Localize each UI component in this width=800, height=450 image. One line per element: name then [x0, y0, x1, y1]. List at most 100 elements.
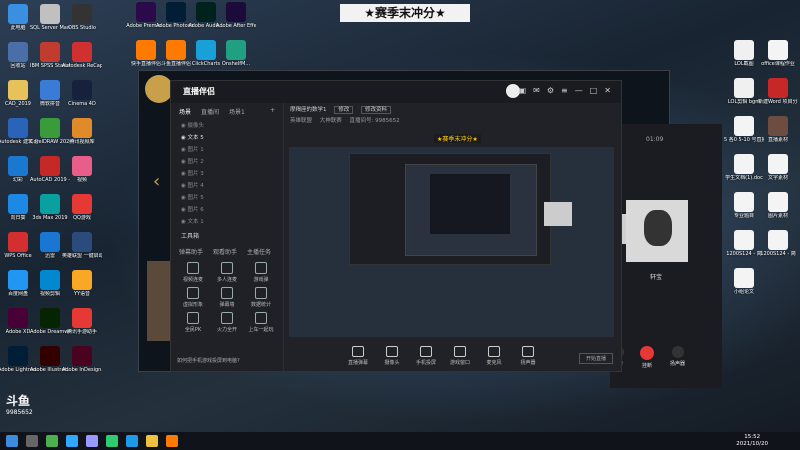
desktop-icon-left-17[interactable]: QQ游戏: [62, 194, 102, 221]
chevron-left-icon[interactable]: ‹: [153, 171, 160, 192]
desktop-icon-left-23[interactable]: YY语音: [62, 270, 102, 297]
window-controls: ▣ ✉ ⚙ ≡ — □ ✕: [519, 86, 611, 95]
desktop-icon-right-5[interactable]: 直播素材: [758, 116, 798, 143]
tool-button[interactable]: 虚拟形象: [177, 287, 209, 308]
edit-button[interactable]: 修改: [334, 106, 354, 114]
desktop-icon-right-7[interactable]: 文字素材: [758, 154, 798, 181]
status-hint[interactable]: 如何把手机游戏投屏到电脑?: [177, 357, 240, 364]
scene-item[interactable]: ◉ 图片 2: [171, 156, 283, 168]
tab-room[interactable]: 直播间: [201, 107, 219, 116]
bottom-button[interactable]: 麦克风: [480, 346, 508, 366]
scene-item[interactable]: ◉ 文本 1: [171, 216, 283, 228]
desktop-icon-left-8-icon: [72, 80, 92, 100]
desktop-icon-left-14-label: 视频: [76, 177, 87, 183]
desktop-icon-right-6-icon: [734, 154, 754, 174]
tool-label: 虚拟形象: [182, 302, 203, 308]
tool-button[interactable]: 数据统计: [245, 287, 277, 308]
mail-icon[interactable]: ✉: [533, 86, 540, 95]
gift-icon[interactable]: ▣: [519, 86, 527, 95]
tab-danmu[interactable]: 弹幕助手: [179, 247, 203, 256]
desktop-icon-top-7[interactable]: OnshelfM...: [216, 40, 256, 67]
scene-item[interactable]: ◉ 图片 5: [171, 192, 283, 204]
desktop-icon-left-8-label: Cinema 4D: [68, 101, 96, 107]
scene-item[interactable]: ◉ 图片 3: [171, 168, 283, 180]
desktop-icon-left-14[interactable]: 视频: [62, 156, 102, 183]
tool-icon: [187, 287, 199, 299]
minimize-icon[interactable]: —: [575, 86, 583, 95]
nested-avatar: [544, 202, 572, 226]
room-header: 摩羯座的数学1 修改 修改资料 英雄联盟 大神联赛 直播间号: 9985652: [284, 103, 621, 125]
taskbar-qq-icon[interactable]: [126, 435, 138, 447]
tool-label: 全民PK: [184, 327, 202, 333]
close-icon[interactable]: ✕: [604, 86, 611, 95]
desktop-icon-left-11-label: 腾讯视频库: [69, 139, 95, 145]
tool-button[interactable]: 视频连麦: [177, 262, 209, 283]
call-timer: 01:09: [646, 136, 664, 143]
scene-item[interactable]: ◉ 图片 1: [171, 144, 283, 156]
tool-button[interactable]: 多人连麦: [211, 262, 243, 283]
taskbar-douyu-icon[interactable]: [166, 435, 178, 447]
desktop-icon-top-3[interactable]: Adobe After Effects CC...: [216, 2, 256, 29]
sub-category[interactable]: 大神联赛: [320, 118, 342, 124]
settings-icon[interactable]: ⚙: [547, 86, 554, 95]
desktop-icon-left-19-icon: [40, 232, 60, 252]
menu-icon[interactable]: ≡: [561, 86, 568, 95]
add-tab-icon[interactable]: +: [270, 107, 275, 116]
desktop-icon-left-8[interactable]: Cinema 4D: [62, 80, 102, 107]
desktop-icon-right-1-label: office课程作业: [761, 61, 795, 67]
desktop-icon-right-8-icon: [734, 192, 754, 212]
tool-button[interactable]: 游戏弹: [245, 262, 277, 283]
tool-button[interactable]: 上车一起玩: [245, 312, 277, 333]
scene-item[interactable]: ◉ 摄像头: [171, 120, 283, 132]
start-live-button[interactable]: 开始直播: [578, 353, 613, 364]
tool-button[interactable]: 弹幕墙: [211, 287, 243, 308]
streaming-app-window[interactable]: 直播伴侣 ▣ ✉ ⚙ ≡ — □ ✕ 场景 直播间 场景1 + ◉ 摄像头 ◉ 文…: [170, 80, 622, 372]
tool-button[interactable]: 火力全开: [211, 312, 243, 333]
tab-watch[interactable]: 观看助手: [213, 247, 237, 256]
bottom-button[interactable]: 扬声器: [514, 346, 542, 366]
maximize-icon[interactable]: □: [590, 86, 598, 95]
bottom-button[interactable]: 手机投屏: [412, 346, 440, 366]
bottom-button[interactable]: 直播弹幕: [344, 346, 372, 366]
tool-button[interactable]: 全民PK: [177, 312, 209, 333]
desktop-icon-left-20[interactable]: 英雄联盟 一键启动: [62, 232, 102, 259]
tab-scene1[interactable]: 场景1: [229, 107, 245, 116]
channel-logo: 斗鱼: [6, 394, 31, 408]
taskbar-explorer-icon[interactable]: [146, 435, 158, 447]
desktop-icon-left-11[interactable]: 腾讯视频库: [62, 118, 102, 145]
desktop-icon-right-12[interactable]: 小组论文: [724, 268, 764, 295]
taskbar-wechat-icon[interactable]: [106, 435, 118, 447]
tool-label: 弹幕墙: [219, 302, 235, 308]
game-category[interactable]: 英雄联盟: [290, 118, 312, 124]
desktop-icon-left-16-icon: [40, 194, 60, 214]
taskbar-search-icon[interactable]: [26, 435, 38, 447]
tab-task[interactable]: 主播任务: [247, 247, 271, 256]
desktop-icon-right-3[interactable]: 新建Word 项目分析PPT: [758, 78, 798, 105]
desktop-icon-left-29[interactable]: Adobe InDesign...: [62, 346, 102, 373]
nested-app-preview: [349, 153, 551, 265]
desktop-icon-right-11-label: 1200S124 - 简: [760, 251, 796, 257]
scene-item[interactable]: ◉ 图片 4: [171, 180, 283, 192]
desktop-icon-left-4-icon: [40, 42, 60, 62]
caller-avatar: [626, 200, 688, 262]
desktop-icon-left-5[interactable]: Autodesk ReCap: [62, 42, 102, 69]
taskbar-photoshop-icon[interactable]: [66, 435, 78, 447]
taskbar-chrome-icon[interactable]: [46, 435, 58, 447]
desktop-icon-right-9[interactable]: 图片素材: [758, 192, 798, 219]
taskbar-premiere-icon[interactable]: [86, 435, 98, 447]
edit-info-button[interactable]: 修改资料: [361, 106, 392, 114]
tab-scene[interactable]: 场景: [179, 107, 191, 116]
scene-item[interactable]: ◉ 图片 6: [171, 204, 283, 216]
taskbar-windows-icon[interactable]: [6, 435, 18, 447]
desktop-icon-left-11-icon: [72, 118, 92, 138]
bottom-button[interactable]: 摄像头: [378, 346, 406, 366]
desktop-icon-left-26[interactable]: 腾讯手游助手: [62, 308, 102, 335]
desktop-icon-right-1[interactable]: office课程作业: [758, 40, 798, 67]
desktop-icon-left-2[interactable]: OBS Studio: [62, 4, 102, 31]
bottom-button[interactable]: 游戏窗口: [446, 346, 474, 366]
scene-item[interactable]: ◉ 文本 5: [171, 132, 283, 144]
desktop-icon-left-27-icon: [8, 346, 28, 366]
system-clock[interactable]: 15:52 2021/10/20: [736, 434, 768, 448]
desktop-icon-right-11[interactable]: 1200S124 - 简: [758, 230, 798, 257]
desktop-icon-left-10-icon: [40, 118, 60, 138]
